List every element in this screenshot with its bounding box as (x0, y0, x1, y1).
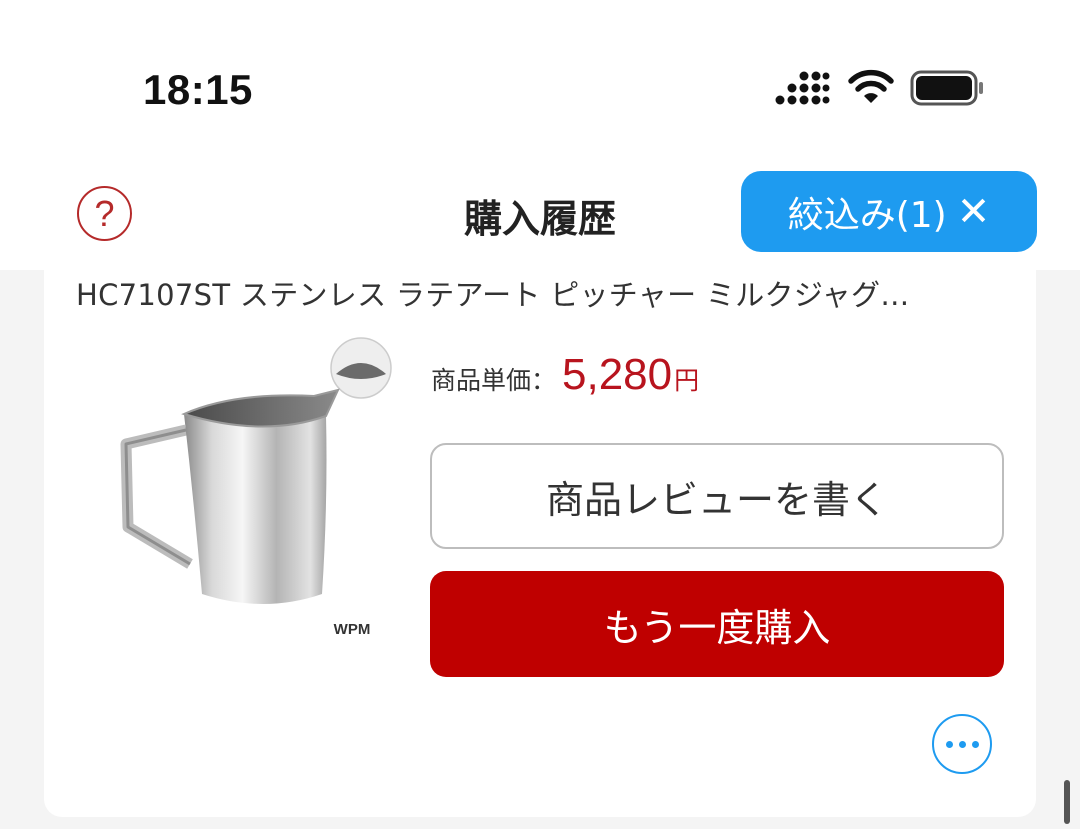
price-label: 商品単価： (431, 366, 557, 395)
brand-label: WPM (334, 621, 371, 638)
close-icon[interactable]: ✕ (957, 192, 991, 232)
more-options-icon[interactable] (932, 714, 992, 774)
content-area: HC7107ST ステンレス ラテアート ピッチャー ミルクジャグ… WPM 商… (0, 270, 1080, 829)
price-unit: 円 (674, 366, 700, 395)
status-bar: 18:15 (0, 0, 1080, 150)
price-row: 商品単価： 5,280 円 (431, 350, 699, 410)
cellular-signal-icon (775, 71, 830, 105)
status-time: 18:15 (143, 66, 253, 113)
wifi-icon (848, 69, 894, 103)
write-review-button[interactable]: 商品レビューを書く (430, 443, 1004, 549)
order-card: HC7107ST ステンレス ラテアート ピッチャー ミルクジャグ… WPM 商… (44, 270, 1036, 817)
buy-again-button[interactable]: もう一度購入 (430, 571, 1004, 677)
filter-chip-label: 絞込み(1) (787, 194, 947, 236)
header: ? 購入履歴 絞込み(1) ✕ (0, 150, 1080, 270)
price-value: 5,280 (562, 350, 673, 399)
product-image[interactable]: WPM (114, 332, 404, 652)
battery-icon (910, 70, 983, 106)
filter-chip[interactable]: 絞込み(1) ✕ (741, 171, 1037, 252)
product-title[interactable]: HC7107ST ステンレス ラテアート ピッチャー ミルクジャグ… (76, 272, 1006, 314)
scrollbar[interactable] (1064, 780, 1070, 824)
